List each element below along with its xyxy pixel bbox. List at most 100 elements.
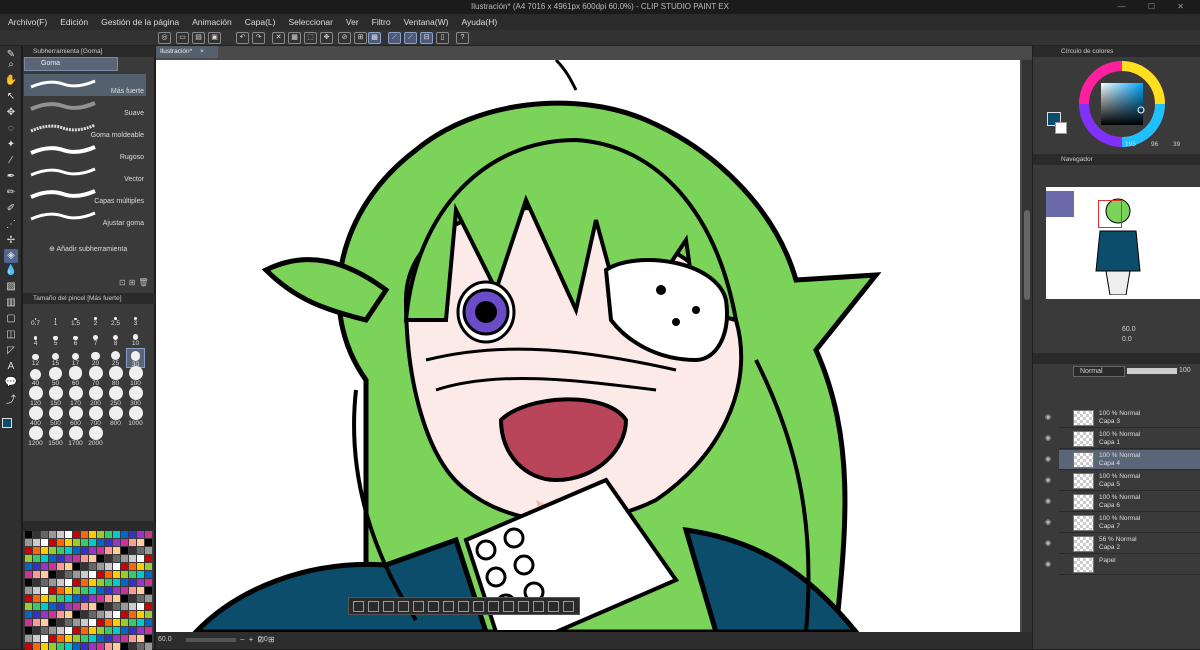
brush-size-option[interactable]: 8 bbox=[106, 328, 125, 348]
special-ruler-icon[interactable]: ⟋ bbox=[404, 32, 417, 44]
launcher-button[interactable] bbox=[458, 601, 469, 612]
layer-row[interactable]: ◉ 100 % Normal Capa 5 bbox=[1045, 471, 1200, 491]
palette-swatch[interactable] bbox=[65, 539, 72, 546]
layer-row[interactable]: ◉ 56 % Normal Capa 2 bbox=[1045, 534, 1200, 554]
brush-size-option[interactable]: 1200 bbox=[26, 426, 45, 448]
palette-swatch[interactable] bbox=[105, 579, 112, 586]
palette-swatch[interactable] bbox=[137, 579, 144, 586]
layer-row[interactable]: ◉ Papel bbox=[1045, 555, 1200, 575]
palette-swatch[interactable] bbox=[25, 555, 32, 562]
launcher-button[interactable] bbox=[548, 601, 559, 612]
palette-swatch[interactable] bbox=[81, 635, 88, 642]
palette-swatch[interactable] bbox=[73, 539, 80, 546]
palette-swatch[interactable] bbox=[41, 611, 48, 618]
open-file-icon[interactable]: ▤ bbox=[192, 32, 205, 44]
palette-swatch[interactable] bbox=[33, 539, 40, 546]
palette-swatch[interactable] bbox=[105, 635, 112, 642]
palette-swatch[interactable] bbox=[33, 635, 40, 642]
palette-swatch[interactable] bbox=[57, 611, 64, 618]
palette-swatch[interactable] bbox=[145, 619, 152, 626]
palette-swatch[interactable] bbox=[97, 627, 104, 634]
palette-swatch[interactable] bbox=[145, 595, 152, 602]
palette-swatch[interactable] bbox=[137, 555, 144, 562]
palette-swatch[interactable] bbox=[129, 563, 136, 570]
palette-swatch[interactable] bbox=[113, 547, 120, 554]
palette-swatch[interactable] bbox=[25, 571, 32, 578]
palette-swatch[interactable] bbox=[49, 571, 56, 578]
palette-swatch[interactable] bbox=[73, 563, 80, 570]
palette-swatch[interactable] bbox=[33, 555, 40, 562]
palette-swatch[interactable] bbox=[65, 531, 72, 538]
palette-swatch[interactable] bbox=[41, 579, 48, 586]
palette-swatch[interactable] bbox=[81, 555, 88, 562]
grid-snap-icon[interactable]: ⊟ bbox=[420, 32, 433, 44]
palette-swatch[interactable] bbox=[97, 611, 104, 618]
main-color-swatch[interactable] bbox=[2, 418, 12, 428]
palette-swatch[interactable] bbox=[89, 635, 96, 642]
color-wheel[interactable] bbox=[1077, 60, 1167, 148]
menu-ventana[interactable]: Ventana(W) bbox=[404, 17, 449, 27]
clip-studio-icon[interactable]: ◎ bbox=[158, 32, 171, 44]
subtool-item[interactable]: Goma moldeable bbox=[24, 118, 146, 140]
subtool-tab-goma[interactable]: Goma bbox=[24, 57, 118, 71]
palette-swatch[interactable] bbox=[105, 571, 112, 578]
palette-swatch[interactable] bbox=[97, 539, 104, 546]
vertical-scrollbar[interactable] bbox=[1022, 60, 1032, 632]
palette-swatch[interactable] bbox=[33, 571, 40, 578]
navigator-zoom[interactable]: 60.0 bbox=[1122, 326, 1136, 333]
brush-size-option[interactable]: 70 bbox=[86, 366, 105, 388]
brush-size-option[interactable]: 3 bbox=[126, 308, 145, 328]
palette-swatch[interactable] bbox=[81, 603, 88, 610]
palette-swatch[interactable] bbox=[97, 579, 104, 586]
blend-tool-icon[interactable]: 💧 bbox=[4, 264, 18, 278]
palette-swatch[interactable] bbox=[73, 635, 80, 642]
airbrush-icon[interactable]: ⋰ bbox=[4, 218, 18, 232]
palette-swatch[interactable] bbox=[41, 531, 48, 538]
palette-swatch[interactable] bbox=[97, 635, 104, 642]
palette-swatch[interactable] bbox=[129, 539, 136, 546]
palette-swatch[interactable] bbox=[33, 587, 40, 594]
palette-swatch[interactable] bbox=[81, 547, 88, 554]
palette-swatch[interactable] bbox=[105, 587, 112, 594]
palette-swatch[interactable] bbox=[41, 563, 48, 570]
launcher-button[interactable] bbox=[518, 601, 529, 612]
correct-line-icon[interactable]: ⤴ bbox=[4, 394, 18, 408]
brush-size-option[interactable]: 25 bbox=[106, 348, 125, 368]
palette-swatch[interactable] bbox=[57, 595, 64, 602]
palette-swatch[interactable] bbox=[49, 619, 56, 626]
palette-swatch[interactable] bbox=[65, 627, 72, 634]
palette-swatch[interactable] bbox=[137, 627, 144, 634]
palette-swatch[interactable] bbox=[129, 603, 136, 610]
palette-swatch[interactable] bbox=[81, 587, 88, 594]
palette-swatch[interactable] bbox=[73, 571, 80, 578]
eye-icon[interactable]: ◉ bbox=[1045, 413, 1051, 421]
brush-size-option[interactable]: 60 bbox=[66, 366, 85, 388]
palette-swatch[interactable] bbox=[73, 619, 80, 626]
menu-animacion[interactable]: Animación bbox=[192, 17, 232, 27]
palette-swatch[interactable] bbox=[89, 555, 96, 562]
layer-row[interactable]: ◉ 100 % Normal Capa 1 bbox=[1045, 429, 1200, 449]
palette-swatch[interactable] bbox=[25, 531, 32, 538]
palette-swatch[interactable] bbox=[25, 595, 32, 602]
palette-swatch[interactable] bbox=[89, 547, 96, 554]
smartphone-icon[interactable]: ▯ bbox=[436, 32, 449, 44]
text-tool-icon[interactable]: A bbox=[4, 360, 18, 374]
launcher-button[interactable] bbox=[488, 601, 499, 612]
rotation-value[interactable]: 0.0 bbox=[258, 636, 268, 643]
opacity-slider[interactable] bbox=[1127, 368, 1177, 374]
palette-swatch[interactable] bbox=[89, 587, 96, 594]
brush-size-option[interactable]: 150 bbox=[46, 386, 65, 408]
subtool-actions[interactable]: ⊡⊞🗑 bbox=[119, 278, 152, 287]
palette-swatch[interactable] bbox=[49, 603, 56, 610]
palette-swatch[interactable] bbox=[33, 547, 40, 554]
launcher-button[interactable] bbox=[428, 601, 439, 612]
palette-swatch[interactable] bbox=[41, 603, 48, 610]
undo-icon[interactable]: ↶ bbox=[236, 32, 249, 44]
brush-size-option[interactable]: 170 bbox=[66, 386, 85, 408]
palette-swatch[interactable] bbox=[121, 563, 128, 570]
navigator-view-frame[interactable] bbox=[1098, 200, 1122, 228]
palette-swatch[interactable] bbox=[57, 555, 64, 562]
palette-swatch[interactable] bbox=[57, 619, 64, 626]
palette-swatch[interactable] bbox=[137, 619, 144, 626]
palette-swatch[interactable] bbox=[25, 627, 32, 634]
